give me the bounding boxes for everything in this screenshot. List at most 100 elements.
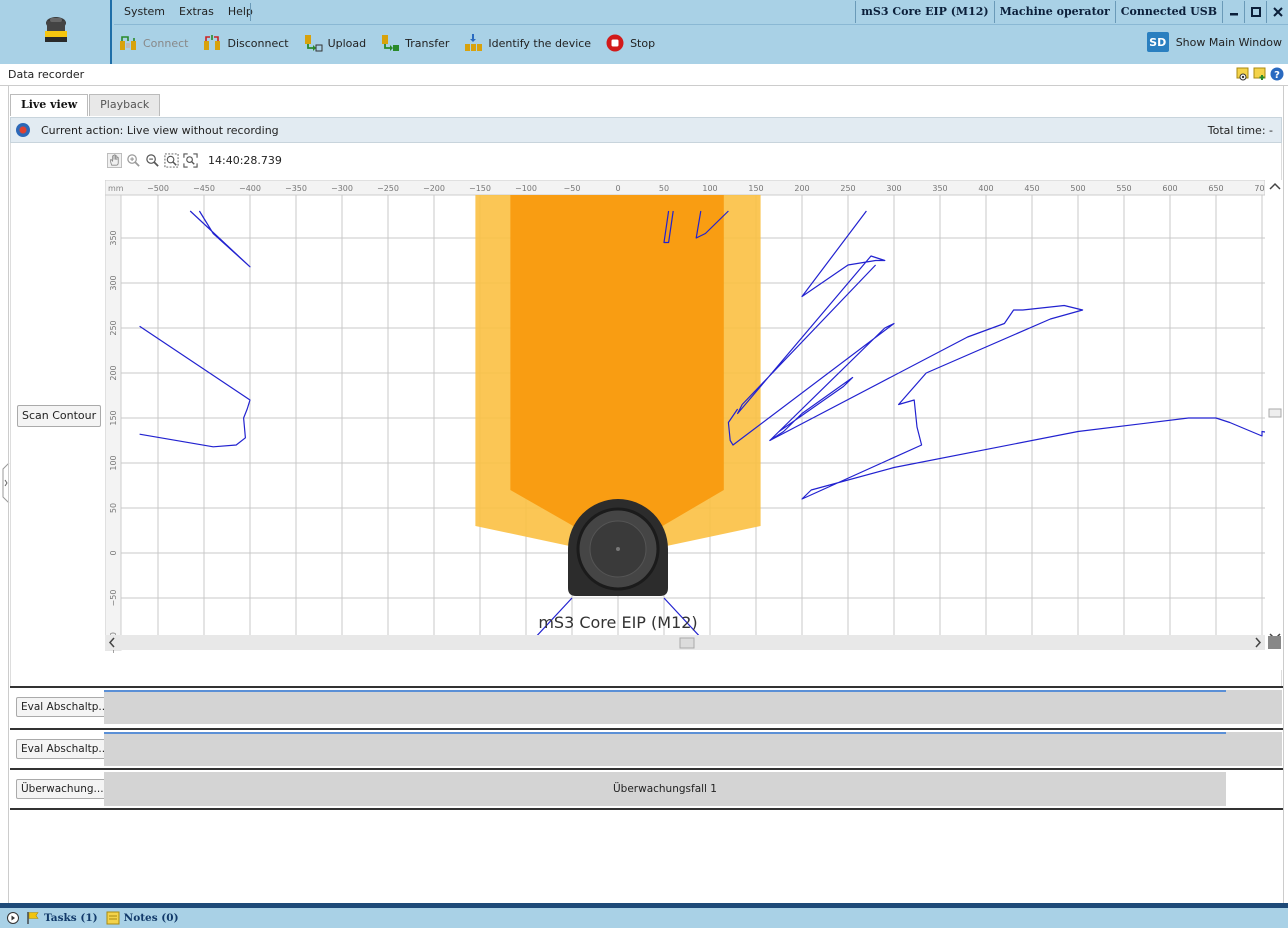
device-label: mS3 Core EIP (M12) bbox=[538, 613, 697, 632]
sd-icon: SD bbox=[1146, 32, 1169, 52]
x-tick-label: 450 bbox=[1024, 184, 1039, 193]
scroll-corner bbox=[1268, 636, 1281, 649]
y-tick-label: 150 bbox=[109, 410, 118, 425]
maximize-button[interactable] bbox=[1244, 1, 1266, 23]
upload-icon bbox=[304, 35, 323, 52]
show-main-window-button[interactable]: SD Show Main Window bbox=[1146, 32, 1282, 52]
minimize-button[interactable] bbox=[1222, 1, 1244, 23]
transfer-icon bbox=[382, 35, 400, 51]
menu-divider bbox=[114, 24, 1288, 25]
h-scroll-thumb bbox=[679, 637, 695, 649]
help-icon[interactable]: ? bbox=[1270, 67, 1284, 81]
timeline-signal-line bbox=[104, 732, 1226, 734]
timeline-row-monitoring: Überwachung... Überwachungsfall 1 bbox=[10, 768, 1284, 808]
transfer-label: Transfer bbox=[405, 36, 450, 50]
flag-icon bbox=[27, 912, 39, 924]
x-tick-label: 200 bbox=[794, 184, 809, 193]
x-tick-label: −400 bbox=[239, 184, 261, 193]
timeline-label-button[interactable]: Eval Abschaltp... bbox=[16, 739, 114, 759]
stop-label: Stop bbox=[630, 36, 656, 50]
zoom-fit-icon[interactable] bbox=[164, 153, 179, 168]
x-tick-label: 600 bbox=[1162, 184, 1177, 193]
tab-playback[interactable]: Playback bbox=[89, 94, 161, 116]
x-tick-label: 100 bbox=[702, 184, 717, 193]
show-main-window-label: Show Main Window bbox=[1175, 35, 1282, 49]
y-tick-label: 100 bbox=[109, 455, 118, 470]
device-center bbox=[616, 547, 620, 551]
close-icon bbox=[1272, 7, 1283, 17]
identify-device-button[interactable]: Identify the device bbox=[463, 33, 591, 53]
menu-extras[interactable]: Extras bbox=[172, 0, 221, 24]
scan-plot-svg[interactable]: mm −500 −450 −400 −350 −300 −250 −200 −150 −100 −5… bbox=[104, 179, 1288, 670]
logo-area bbox=[0, 0, 112, 64]
x-tick-label: −250 bbox=[377, 184, 399, 193]
close-button[interactable] bbox=[1266, 1, 1288, 23]
live-timestamp: 14:40:28.739 bbox=[208, 154, 282, 167]
y-tick-label: 0 bbox=[109, 550, 118, 555]
x-tick-label: 550 bbox=[1116, 184, 1131, 193]
x-tick-label: 350 bbox=[932, 184, 947, 193]
total-time-text: Total time: - bbox=[1207, 124, 1273, 137]
pan-hand-icon[interactable] bbox=[107, 153, 122, 168]
notes-label: Notes (0) bbox=[123, 912, 179, 924]
x-ruler bbox=[104, 179, 1266, 196]
upload-button[interactable]: Upload bbox=[303, 33, 366, 53]
monitoring-case-segment: Überwachungsfall 1 bbox=[104, 772, 1226, 806]
scan-contour-button[interactable]: Scan Contour bbox=[17, 405, 102, 427]
disconnect-button[interactable]: Disconnect bbox=[202, 33, 289, 53]
disconnect-icon bbox=[204, 35, 221, 50]
y-tick-label: 250 bbox=[109, 320, 118, 335]
menu-bar: System Extras Help bbox=[114, 0, 260, 24]
x-tick-label: 500 bbox=[1070, 184, 1085, 193]
expand-icon[interactable] bbox=[6, 911, 20, 925]
x-tick-label: −500 bbox=[147, 184, 169, 193]
timeline-row-eval-1: Eval Abschaltp... bbox=[10, 686, 1284, 726]
toolbar: Connect Disconnect Upload Transfer Ident… bbox=[118, 29, 669, 57]
x-tick-label: −200 bbox=[423, 184, 445, 193]
device-logo-icon bbox=[45, 17, 67, 42]
y-tick-label: 350 bbox=[109, 230, 118, 245]
status-bar: Tasks (1) Notes (0) bbox=[0, 908, 1288, 928]
unit-label: mm bbox=[108, 184, 124, 193]
menu-help[interactable]: Help bbox=[221, 0, 260, 24]
timeline-label-button[interactable]: Eval Abschaltp... bbox=[16, 697, 114, 717]
transfer-button[interactable]: Transfer bbox=[380, 33, 449, 53]
tab-bar: Live view Playback bbox=[10, 94, 161, 116]
view-notes-icon[interactable] bbox=[1236, 67, 1250, 81]
header: System Extras Help mS3 Core EIP (M12) Ma… bbox=[0, 0, 1288, 64]
x-tick-label: −350 bbox=[285, 184, 307, 193]
v-scroll-thumb bbox=[1268, 408, 1282, 418]
user-level-status[interactable]: Machine operator bbox=[993, 1, 1115, 23]
tab-live-view[interactable]: Live view bbox=[10, 94, 89, 116]
action-bar: Current action: Live view without record… bbox=[10, 117, 1282, 143]
protective-field bbox=[510, 195, 724, 531]
stop-button[interactable]: Stop bbox=[605, 33, 655, 53]
tasks-button[interactable]: Tasks (1) bbox=[26, 911, 98, 925]
timeline-label-button[interactable]: Überwachung... bbox=[16, 779, 109, 799]
add-note-icon[interactable] bbox=[1253, 67, 1267, 81]
timeline-signal-line bbox=[104, 690, 1226, 692]
timeline-track bbox=[104, 690, 1282, 724]
section-title-bar: Data recorder ? bbox=[0, 64, 1288, 86]
timeline-row-eval-2: Eval Abschaltp... bbox=[10, 728, 1284, 768]
page-title: Data recorder bbox=[8, 68, 85, 81]
notes-button[interactable]: Notes (0) bbox=[106, 911, 179, 925]
x-tick-label: 0 bbox=[615, 184, 620, 193]
zoom-out-icon[interactable] bbox=[145, 153, 160, 168]
x-tick-label: −100 bbox=[515, 184, 537, 193]
connection-status: Connected USB bbox=[1114, 1, 1222, 23]
scan-plot[interactable]: mm −500 −450 −400 −350 −300 −250 −200 −150 −100 −5… bbox=[104, 179, 1288, 670]
left-border bbox=[8, 86, 9, 903]
identify-device-label: Identify the device bbox=[488, 36, 592, 50]
x-tick-label: 400 bbox=[978, 184, 993, 193]
zoom-area-icon[interactable] bbox=[183, 153, 198, 168]
connect-button[interactable]: Connect bbox=[118, 33, 188, 53]
zoom-in-icon[interactable] bbox=[126, 153, 141, 168]
x-tick-label: 650 bbox=[1208, 184, 1223, 193]
timeline-track bbox=[104, 732, 1282, 766]
menu-system[interactable]: System bbox=[114, 0, 172, 24]
status-area: mS3 Core EIP (M12) Machine operator Conn… bbox=[855, 0, 1288, 24]
x-tick-label: 250 bbox=[840, 184, 855, 193]
x-tick-label: 150 bbox=[748, 184, 763, 193]
zoom-toolbar: 14:40:28.739 bbox=[107, 153, 282, 168]
